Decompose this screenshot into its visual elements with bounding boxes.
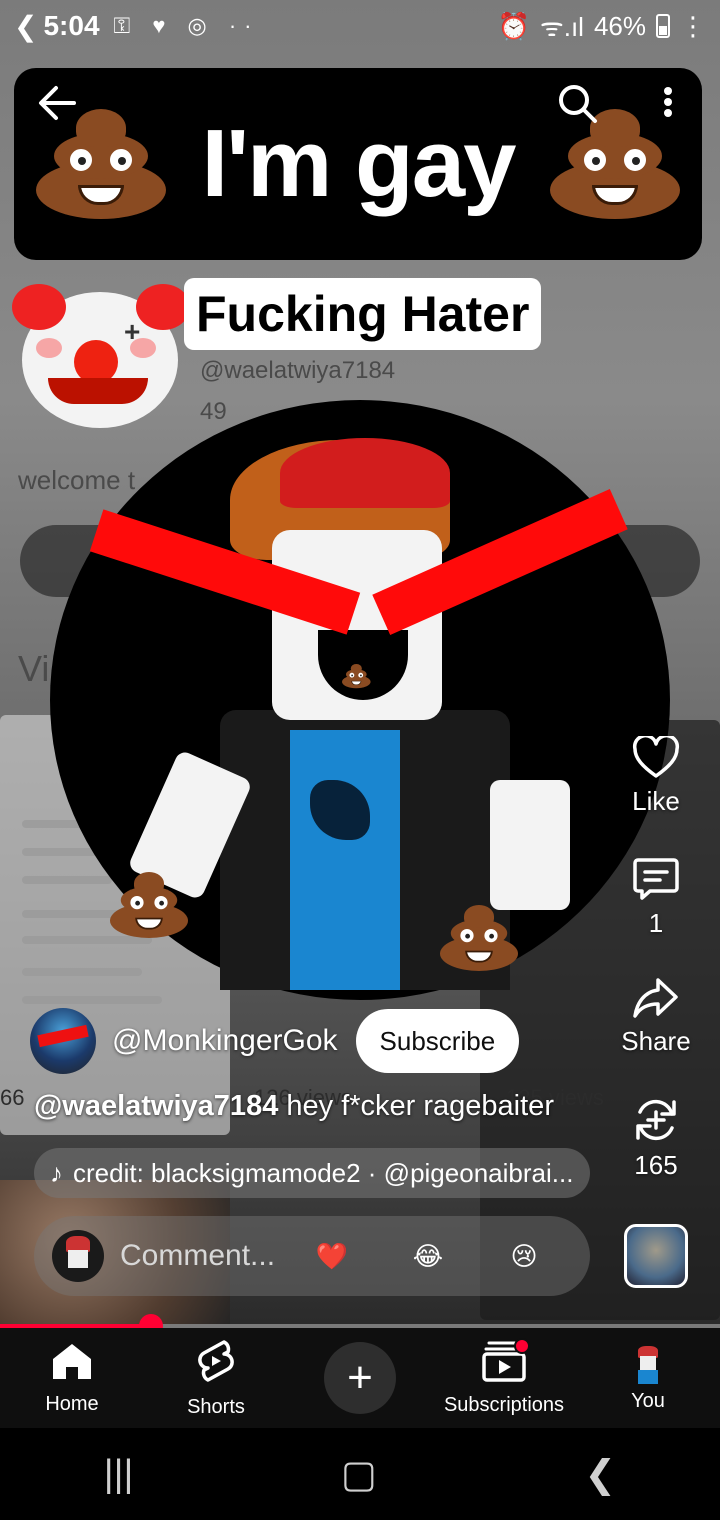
bg-views-left: 66 (0, 1085, 25, 1110)
channel-row: @MonkingerGok Subscribe (30, 1008, 520, 1074)
remix-icon (636, 1099, 676, 1141)
bg-row (22, 968, 142, 976)
back-system-icon[interactable]: ❮ (584, 1452, 616, 1497)
banner-text: I'm gay (201, 110, 517, 217)
more-vert-icon[interactable] (664, 84, 672, 120)
home-system-icon[interactable]: ▢ (341, 1452, 377, 1497)
nav-create[interactable]: + (288, 1342, 432, 1414)
battery-text: 46% (593, 10, 646, 41)
bg-row (22, 876, 112, 884)
channel-name[interactable]: @MonkingerGok (112, 1024, 338, 1058)
nav-shorts-label: Shorts (187, 1395, 245, 1418)
nav-you-label: You (631, 1389, 665, 1412)
nav-you[interactable]: You (576, 1344, 720, 1413)
comments-button[interactable]: 1 (606, 856, 706, 939)
nav-home[interactable]: Home (0, 1341, 144, 1416)
nav-home-label: Home (45, 1392, 99, 1415)
character-illustration (89, 420, 628, 1000)
nav-subscriptions[interactable]: Subscriptions (432, 1337, 576, 1417)
home-icon (53, 1343, 91, 1379)
status-more-icon: ⋮ (680, 10, 706, 41)
caption-mention[interactable]: @waelatwiya7184 (34, 1090, 278, 1122)
status-right: ⏰ ᯤ.ıl 46% ⋮ (498, 8, 706, 44)
user-avatar (52, 1230, 104, 1282)
bg-videos-heading: Vi (18, 648, 50, 689)
reaction-sad[interactable]: 😢 (476, 1241, 572, 1272)
short-caption[interactable]: @waelatwiya7184 hey f*cker ragebaiter (34, 1090, 554, 1123)
notification-icons: ⚿ ♥ ◎ ·· (113, 13, 260, 38)
reaction-heart[interactable]: ❤️ (284, 1241, 380, 1272)
back-arrow-icon[interactable] (36, 82, 78, 134)
clown-emoji-icon: + (12, 282, 190, 428)
share-icon (633, 978, 678, 1018)
credit-text: credit: blacksigmamode2 · @pigeonaibrai.… (73, 1157, 574, 1188)
remix-source-thumbnail[interactable] (624, 1224, 688, 1288)
new-content-dot (514, 1337, 530, 1354)
share-button[interactable]: Share (606, 976, 706, 1057)
wifi-signal-icon: ᯤ.ıl (539, 12, 584, 42)
subscribe-button[interactable]: Subscribe (355, 1009, 520, 1073)
bg-channel-handle: @waelatwiya7184 (200, 357, 396, 384)
you-avatar (628, 1344, 668, 1384)
remix-count: 165 (634, 1150, 678, 1180)
music-note-icon: ♪ (50, 1157, 63, 1188)
music-credit-pill[interactable]: ♪ credit: blacksigmamode2 · @pigeonaibra… (34, 1148, 590, 1198)
banner-sticker: I'm gay (14, 68, 702, 260)
bg-welcome-text: welcome t (18, 465, 136, 495)
comment-bar[interactable]: Comment... ❤️ 😂 😢 (34, 1216, 590, 1296)
poop-emoji-icon (110, 872, 188, 938)
nav-subscriptions-label: Subscriptions (443, 1393, 565, 1416)
like-label: Like (632, 786, 680, 816)
system-nav-bar: ||| ▢ ❮ (0, 1428, 720, 1520)
comment-input[interactable]: Comment... (120, 1239, 284, 1273)
hater-label: Fucking Hater (184, 278, 542, 350)
bottom-nav: Home Shorts + Subscriptions You (0, 1328, 720, 1428)
channel-avatar[interactable] (30, 1008, 96, 1074)
like-button[interactable]: Like (606, 736, 706, 817)
alarm-icon: ⏰ (497, 10, 530, 41)
remix-button[interactable]: 165 (606, 1096, 706, 1181)
share-label: Share (621, 1026, 691, 1056)
comments-count: 1 (648, 908, 664, 938)
status-time: 5:04 (43, 10, 100, 41)
poop-emoji-icon (550, 109, 681, 219)
nav-shorts[interactable]: Shorts (144, 1338, 288, 1419)
status-bar: ❮ 5:04 ⚿ ♥ ◎ ·· ⏰ ᯤ.ıl 46% ⋮ (0, 0, 720, 52)
poop-emoji-icon (440, 905, 518, 971)
poop-emoji-icon (342, 664, 371, 689)
battery-icon (656, 14, 670, 38)
heart-icon (632, 736, 680, 778)
search-icon[interactable] (556, 82, 597, 123)
back-status-icon: ❮ (14, 10, 38, 42)
comment-icon (633, 858, 679, 900)
recents-icon[interactable]: ||| (104, 1453, 134, 1496)
create-plus-icon: + (324, 1342, 396, 1414)
caption-text: hey f*cker ragebaiter (278, 1090, 554, 1122)
reaction-laugh[interactable]: 😂 (380, 1241, 476, 1272)
shorts-icon (198, 1339, 234, 1382)
